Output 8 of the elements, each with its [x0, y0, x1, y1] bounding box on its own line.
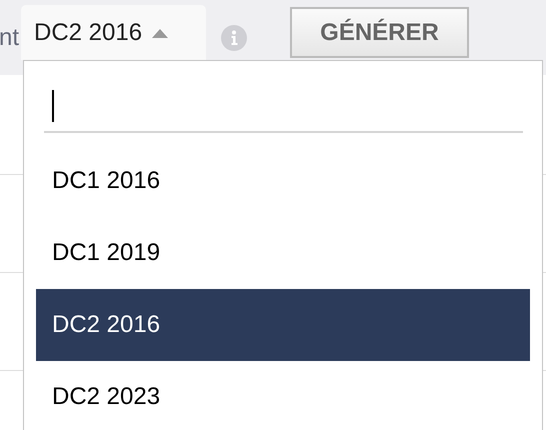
dropdown-option[interactable]: DC1 2019: [36, 217, 530, 289]
version-select[interactable]: DC2 2016: [21, 5, 206, 60]
dropdown-option[interactable]: DC1 2016: [36, 145, 530, 217]
field-label: nt: [0, 22, 20, 52]
dropdown-option[interactable]: DC2 2016: [36, 289, 530, 361]
dropdown-option[interactable]: DC2 2023: [36, 361, 530, 430]
generate-button[interactable]: GÉNÉRER: [290, 7, 469, 58]
info-icon[interactable]: [221, 24, 247, 50]
